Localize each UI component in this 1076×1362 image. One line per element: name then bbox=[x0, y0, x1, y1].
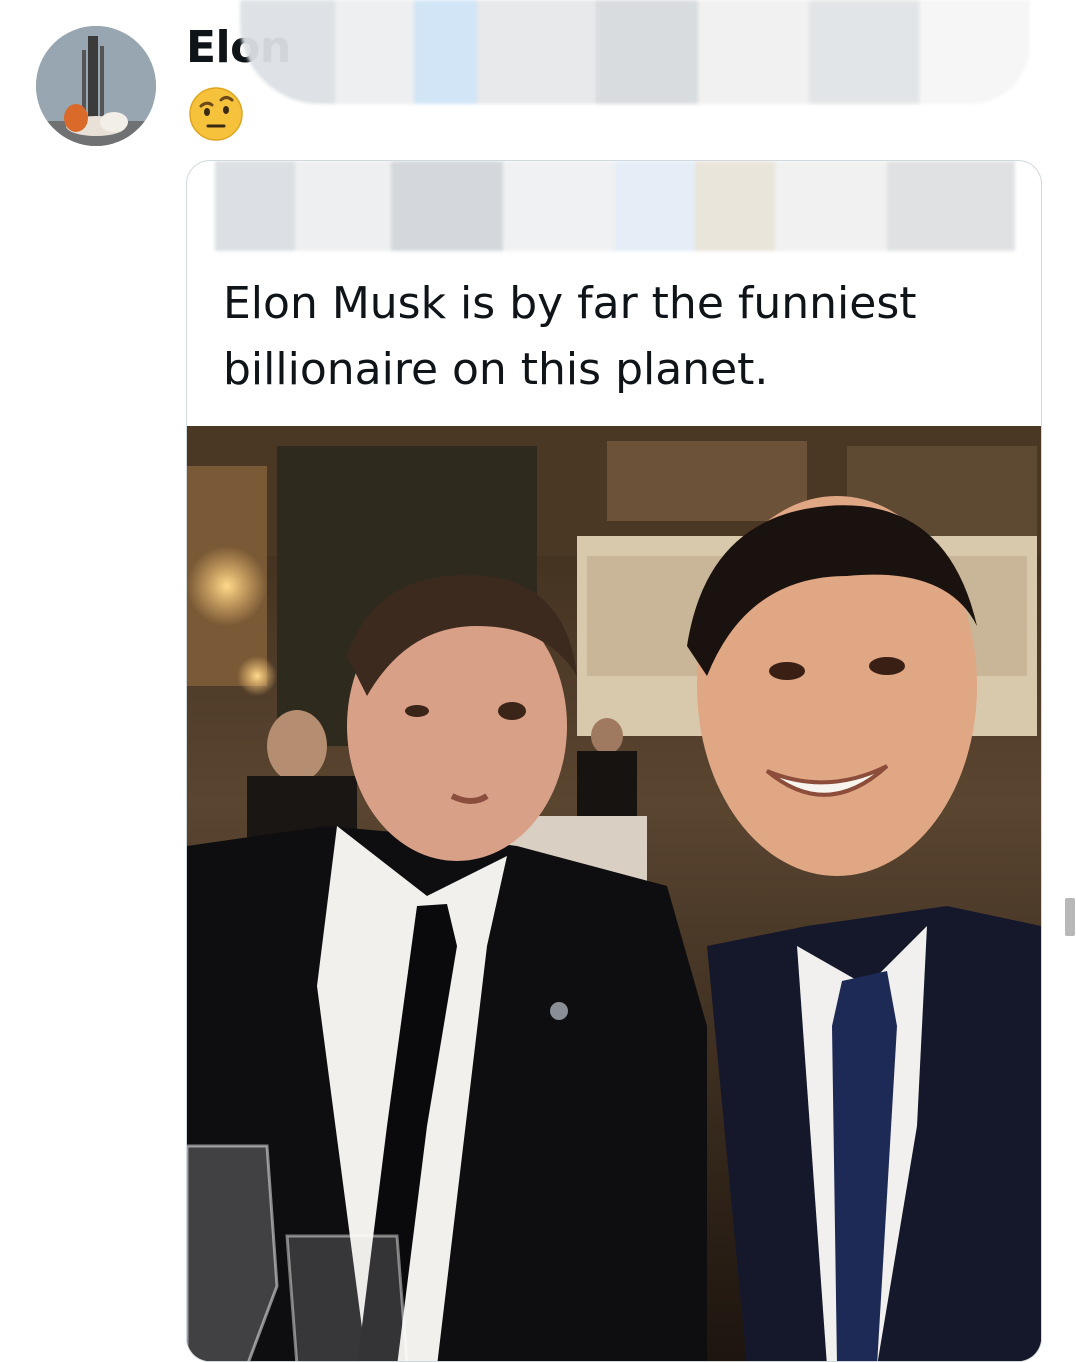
dinner-photo-image bbox=[187, 426, 1041, 1361]
quoted-author-redaction bbox=[215, 161, 1015, 251]
rocket-launch-avatar-icon bbox=[36, 26, 156, 146]
quoted-post-text: Elon Musk is by far the funniest billion… bbox=[223, 278, 917, 395]
face-with-raised-eyebrow-icon bbox=[188, 86, 244, 142]
quoted-post-photo[interactable] bbox=[187, 426, 1041, 1361]
scrollbar-thumb[interactable] bbox=[1065, 898, 1075, 936]
quoted-post-card[interactable]: Elon Musk is by far the funniest billion… bbox=[186, 160, 1042, 1362]
redaction-blur bbox=[240, 0, 1030, 104]
author-avatar[interactable] bbox=[36, 26, 156, 146]
